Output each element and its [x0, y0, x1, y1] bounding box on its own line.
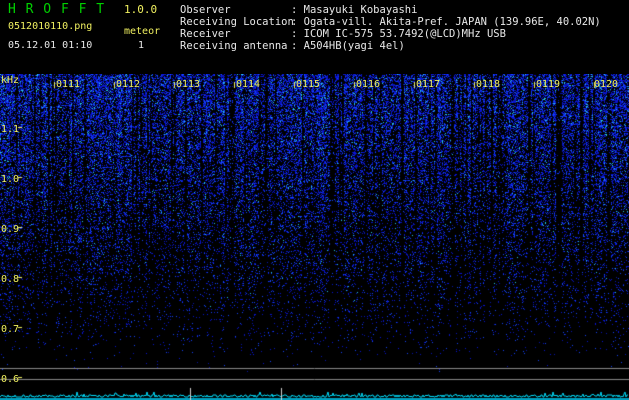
- y-tick-label: 0.9: [1, 224, 20, 235]
- app-title: H R O F F T: [8, 2, 106, 17]
- x-tick-label: 0112: [116, 79, 141, 90]
- x-tick-label: 0120: [594, 79, 619, 90]
- spectrogram-canvas: [0, 74, 629, 400]
- x-tick-label: 0113: [176, 79, 201, 90]
- antenna-label: Receiving antenna: [180, 40, 288, 52]
- y-tick-label: 0.7: [1, 324, 20, 335]
- x-tick-label: 0116: [356, 79, 381, 90]
- y-tick-label: 1.1: [1, 124, 20, 135]
- meteor-label: meteor: [124, 26, 161, 37]
- observer-value: : Masayuki Kobayashi: [291, 4, 418, 16]
- meteor-count: 1: [138, 40, 145, 51]
- receiver-label: Receiver: [180, 28, 231, 40]
- app-version: 1.0.0: [124, 3, 158, 16]
- file-name: 0512010110.png: [8, 21, 93, 32]
- x-tick-label: 0114: [236, 79, 261, 90]
- location-label: Receiving Location: [180, 16, 294, 28]
- x-tick-label: 0115: [296, 79, 321, 90]
- header-panel: H R O F F T 1.0.0 0512010110.png meteor …: [0, 0, 629, 74]
- y-tick-label: 1.0: [1, 174, 20, 185]
- location-value: : Ogata-vill. Akita-Pref. JAPAN (139.96E…: [291, 16, 601, 28]
- axis-unit-label: kHz: [1, 75, 20, 86]
- y-tick-label: 0.6: [1, 374, 20, 385]
- observer-label: Observer: [180, 4, 231, 16]
- timestamp: 05.12.01 01:10: [8, 40, 93, 51]
- x-tick-label: 0117: [416, 79, 441, 90]
- y-tick-label: 0.8: [1, 274, 20, 285]
- x-tick-label: 0118: [476, 79, 501, 90]
- x-tick-label: 0111: [56, 79, 81, 90]
- receiver-value: : ICOM IC-575 53.7492(@LCD)MHz USB: [291, 28, 506, 40]
- antenna-value: : A504HB(yagi 4el): [291, 40, 405, 52]
- x-tick-label: 0119: [536, 79, 561, 90]
